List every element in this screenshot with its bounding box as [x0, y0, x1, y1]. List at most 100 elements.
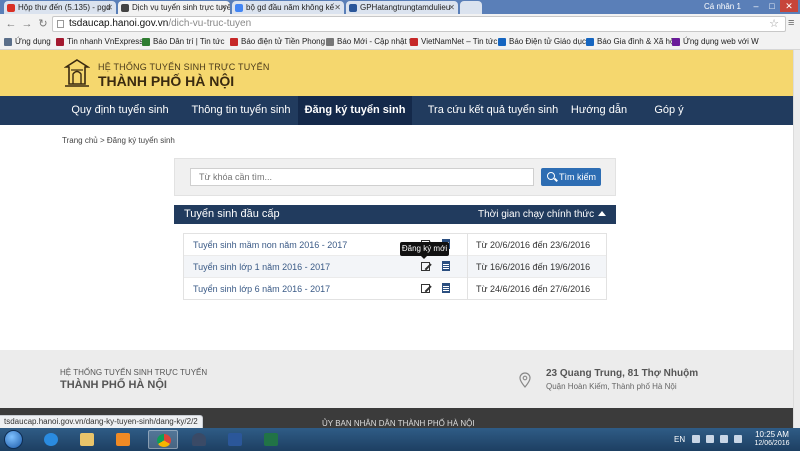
file-explorer-icon[interactable] [72, 430, 102, 449]
row-name-link[interactable]: Tuyển sinh mầm non năm 2016 - 2017 [193, 234, 347, 256]
browser-status-url: tsdaucap.hanoi.gov.vn/dang-ky-tuyen-sinh… [0, 415, 203, 428]
edit-register-icon[interactable] [421, 284, 430, 293]
start-button[interactable] [4, 430, 23, 449]
breadcrumb[interactable]: Trang chủ > Đăng ký tuyển sinh [62, 136, 175, 145]
document-icon [349, 4, 357, 12]
maximize-button[interactable]: □ [764, 0, 780, 12]
browser-tab-doc[interactable]: GPHatangtrungtamdulieu ✕ [346, 1, 458, 14]
clock-time[interactable]: 10:25 AM [752, 430, 792, 439]
row-name-link[interactable]: Tuyển sinh lớp 6 năm 2016 - 2017 [193, 278, 330, 300]
footer-address-line1: 23 Quang Trung, 81 Thợ Nhuộm [546, 368, 699, 379]
language-indicator[interactable]: EN [674, 435, 685, 444]
bookmark-vnexpress[interactable]: Tin nhanh VnExpress [56, 36, 143, 48]
page-icon [57, 20, 64, 28]
media-player-icon[interactable] [108, 430, 138, 449]
footer-subtitle: HỆ THỐNG TUYỂN SINH TRỰC TUYẾN [60, 368, 208, 377]
table-header[interactable]: Tuyển sinh đầu cấp Thời gian chạy chính … [174, 205, 616, 224]
bookmark-apps[interactable]: Ứng dụng [4, 36, 51, 48]
page-scrollbar[interactable] [793, 50, 800, 428]
browser-tab-gmail[interactable]: Hộp thư đến (5.135) - pgd ✕ [4, 1, 116, 14]
giaoduc-icon [498, 38, 506, 46]
footer-title: THÀNH PHỐ HÀ NỘI [60, 379, 167, 391]
search-icon [547, 172, 555, 180]
bookmark-giadinh[interactable]: Báo Gia đình & Xã hội [586, 36, 676, 48]
hanoi-logo-icon[interactable] [64, 58, 90, 88]
user-app-icon[interactable] [184, 430, 214, 449]
search-button-label: Tìm kiếm [559, 172, 596, 182]
globe-icon [121, 4, 129, 12]
browser-tab-active[interactable]: Dịch vụ tuyển sinh trực tuyế ✕ [118, 1, 230, 14]
reload-icon[interactable]: ↻ [36, 16, 50, 32]
document-list-icon[interactable] [442, 261, 450, 271]
register-tooltip: Đăng ký mới [400, 242, 449, 259]
nav-dang-ky[interactable]: Đăng ký tuyển sinh [298, 96, 412, 125]
webapp-icon [672, 38, 680, 46]
flag-icon[interactable] [720, 435, 728, 443]
bookmark-giaoduc[interactable]: Báo Điện tử Giáo dục [498, 36, 586, 48]
word-icon[interactable] [220, 430, 250, 449]
search-button[interactable]: Tìm kiếm [541, 168, 601, 186]
bookmarks-bar: Ứng dụng Tin nhanh VnExpress Báo Dân trí… [0, 34, 800, 50]
nav-quy-dinh[interactable]: Quy định tuyển sinh [62, 96, 178, 125]
nav-tra-cuu[interactable]: Tra cứu kết quả tuyển sinh [418, 96, 568, 125]
browser-tab-google[interactable]: bộ gd đầu năm không kế ✕ [232, 1, 344, 14]
bookmark-dantri[interactable]: Báo Dân trí | Tin tức [142, 36, 224, 48]
forward-icon[interactable]: → [20, 16, 34, 32]
vietnamnet-icon [410, 38, 418, 46]
close-icon[interactable]: ✕ [448, 1, 455, 14]
table-header-title: Tuyển sinh đầu cấp [184, 208, 280, 220]
edit-register-icon[interactable] [421, 262, 430, 271]
excel-icon[interactable] [256, 430, 286, 449]
nav-huong-dan[interactable]: Hướng dẫn [566, 96, 632, 125]
internet-explorer-icon[interactable] [36, 430, 66, 449]
bookmark-vietnamnet[interactable]: VietNamNet – Tin tức [410, 36, 497, 48]
collapse-caret-icon[interactable] [598, 211, 606, 216]
row-name-link[interactable]: Tuyển sinh lớp 1 năm 2016 - 2017 [193, 256, 330, 278]
close-icon[interactable]: ✕ [106, 1, 113, 14]
tab-title: GPHatangtrungtamdulieu [360, 3, 451, 12]
document-list-icon[interactable] [442, 283, 450, 293]
bookmark-label: Báo Dân trí | Tin tức [153, 37, 225, 46]
dantri-icon [142, 38, 150, 46]
tab-title: bộ gd đầu năm không kế [246, 3, 335, 12]
star-icon[interactable]: ☆ [769, 17, 779, 31]
table-header-period: Thời gian chạy chính thức [478, 209, 595, 220]
bookmark-tienphong[interactable]: Báo điện tử Tiền Phong [230, 36, 325, 48]
gmail-icon [7, 4, 15, 12]
location-pin-icon [519, 372, 531, 388]
baomoi-icon [326, 38, 334, 46]
new-tab-button[interactable] [460, 1, 482, 14]
table-row: Tuyển sinh mầm non năm 2016 - 2017 Từ 20… [184, 234, 606, 256]
search-input[interactable] [190, 168, 534, 186]
volume-icon[interactable] [734, 435, 742, 443]
back-icon[interactable]: ← [4, 16, 18, 32]
close-icon[interactable]: ✕ [334, 1, 341, 14]
bookmark-baomoi[interactable]: Báo Mới - Cập nhật tin [326, 36, 417, 48]
nav-gop-y[interactable]: Góp ý [646, 96, 692, 125]
minimize-button[interactable]: – [748, 0, 764, 12]
clock-date[interactable]: 12/06/2016 [752, 440, 792, 447]
nav-thong-tin[interactable]: Thông tin tuyển sinh [186, 96, 296, 125]
column-divider [467, 234, 468, 256]
chrome-icon[interactable] [148, 430, 178, 449]
address-bar[interactable]: tsdaucap.hanoi.gov.vn/dich-vu-truc-tuyen… [52, 16, 786, 32]
enrollment-table: Tuyển sinh mầm non năm 2016 - 2017 Từ 20… [183, 233, 607, 300]
tab-title: Hộp thư đến (5.135) - pgd [18, 3, 111, 12]
profile-label[interactable]: Cá nhân 1 [704, 1, 741, 13]
bookmark-label: Ứng dụng web với W [683, 37, 759, 46]
main-nav: Quy định tuyển sinh Thông tin tuyển sinh… [0, 96, 800, 125]
row-period: Từ 24/6/2016 đến 27/6/2016 [476, 284, 591, 294]
tray-expand-icon[interactable] [692, 435, 700, 443]
vnexpress-icon [56, 38, 64, 46]
tab-title: Dịch vụ tuyển sinh trực tuyế [132, 3, 230, 12]
bookmark-label: Báo điện tử Tiền Phong [241, 37, 326, 46]
footer-address-line2: Quận Hoàn Kiếm, Thành phố Hà Nội [546, 382, 677, 391]
network-icon[interactable] [706, 435, 714, 443]
footer-org-name: ỦY BAN NHÂN DÂN THÀNH PHỐ HÀ NỘI [322, 419, 475, 428]
menu-icon[interactable]: ≡ [788, 18, 794, 29]
close-icon[interactable]: ✕ [220, 1, 227, 14]
bookmark-webapp[interactable]: Ứng dụng web với W [672, 36, 759, 48]
close-window-button[interactable]: ✕ [780, 0, 798, 12]
browser-toolbar: ← → ↻ tsdaucap.hanoi.gov.vn/dich-vu-truc… [0, 14, 800, 34]
column-divider [467, 278, 468, 300]
